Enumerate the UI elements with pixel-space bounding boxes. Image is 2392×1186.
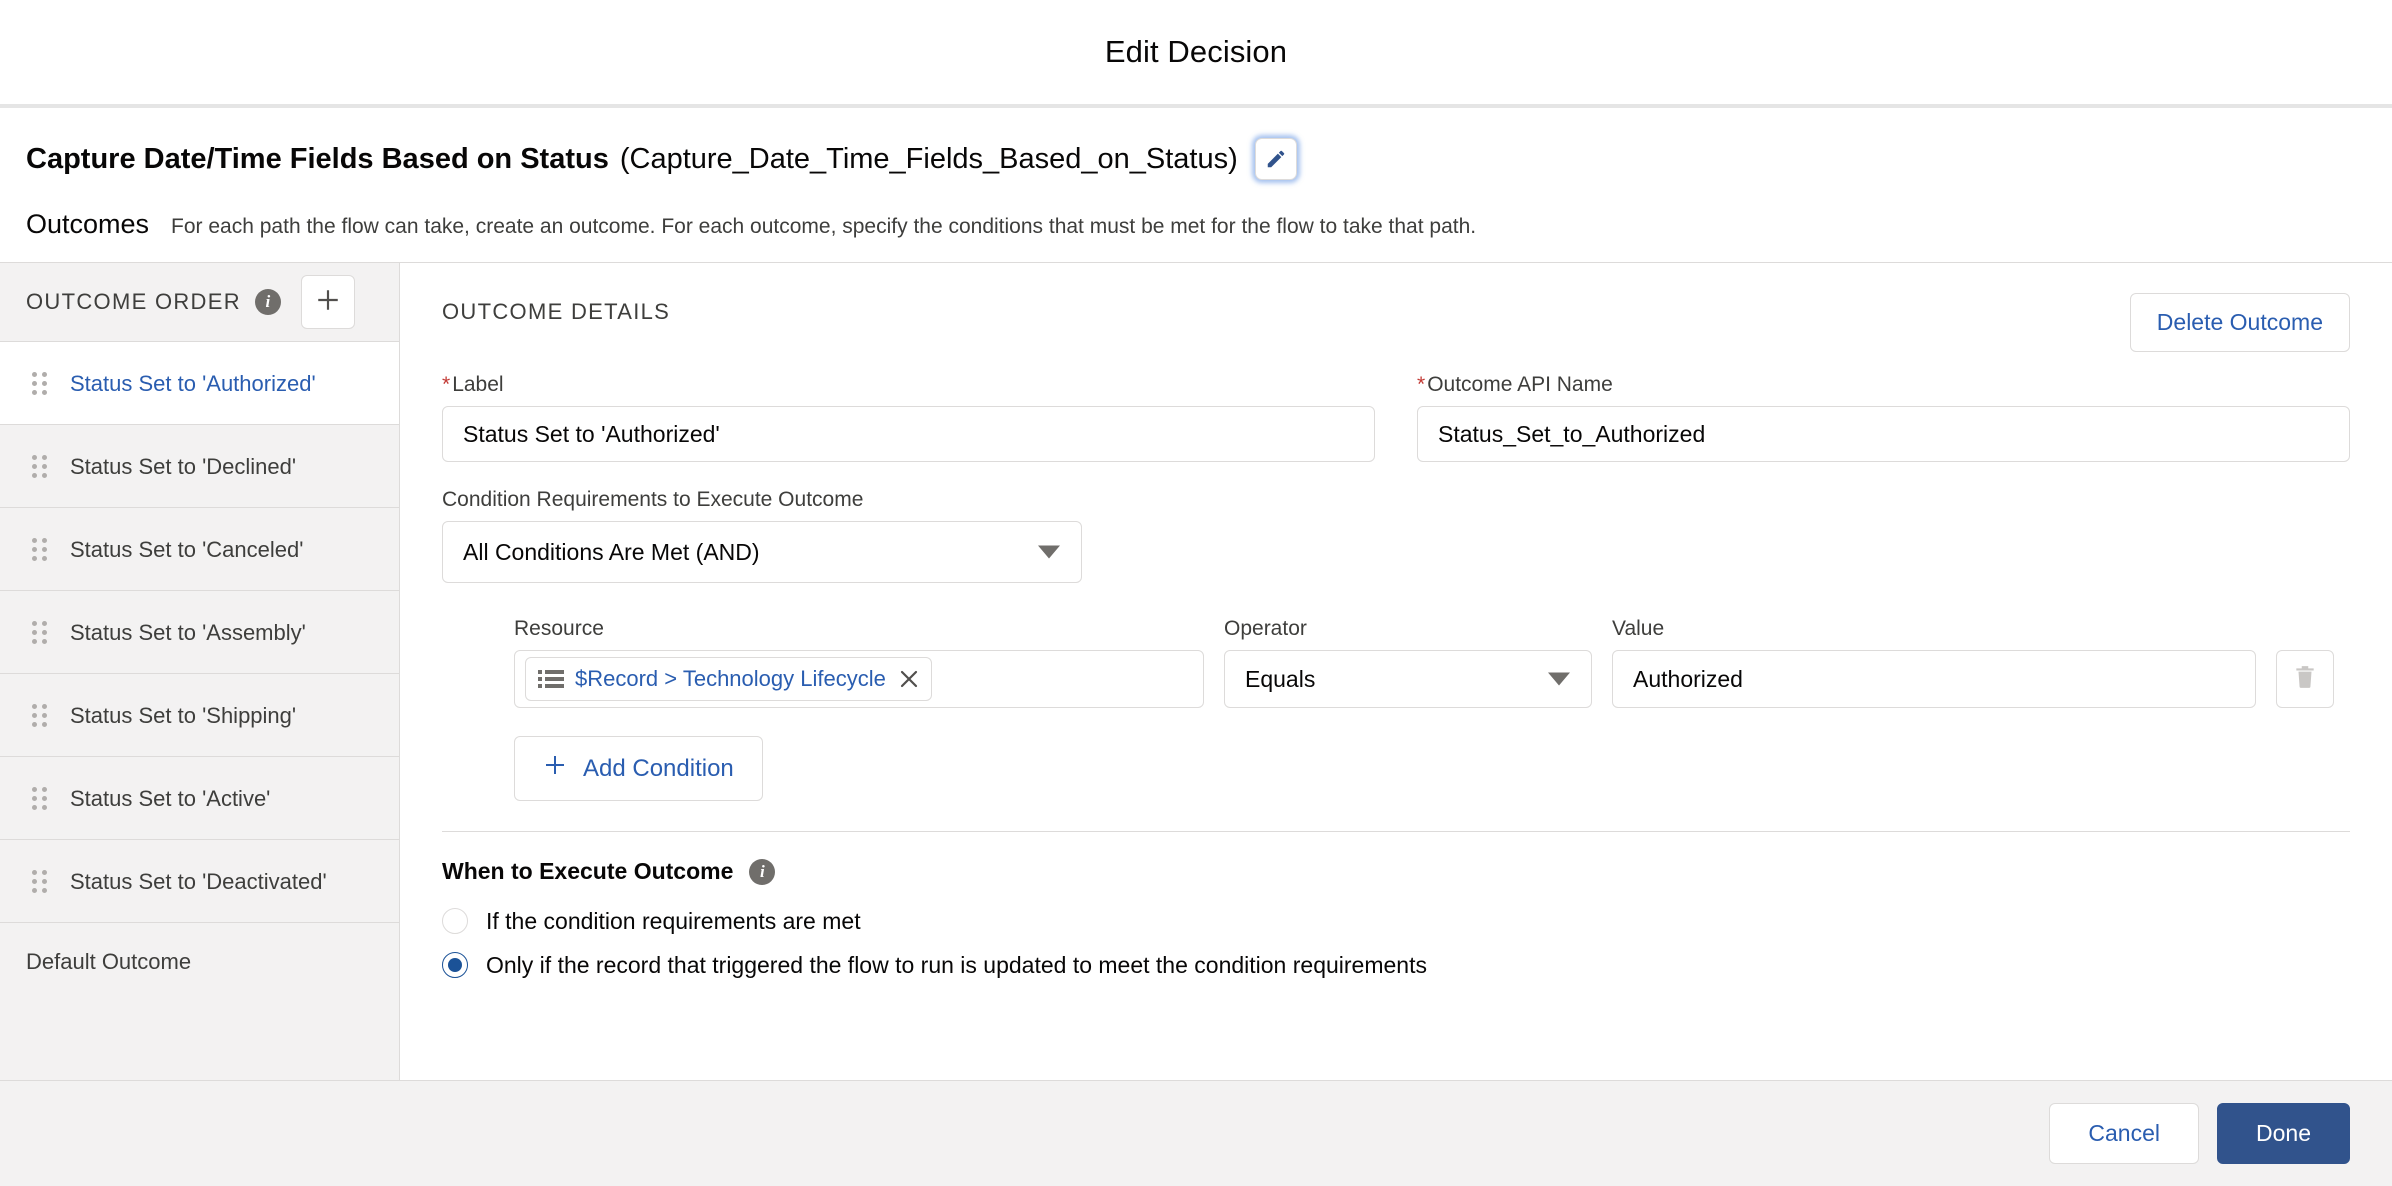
resource-pill-label: $Record > Technology Lifecycle xyxy=(575,666,886,692)
api-name-field-text: Outcome API Name xyxy=(1427,373,1613,397)
outcome-list-item-deactivated[interactable]: Status Set to 'Deactivated' xyxy=(0,839,399,922)
default-outcome-item[interactable]: Default Outcome xyxy=(0,922,399,1001)
modal-title: Edit Decision xyxy=(1104,34,1288,69)
drag-handle-icon[interactable] xyxy=(32,537,48,561)
when-to-execute-header: When to Execute Outcome i xyxy=(442,858,2350,885)
when-to-execute-title: When to Execute Outcome xyxy=(442,858,734,885)
modal-body: OUTCOME ORDER i Status Set to 'Authorize… xyxy=(0,262,2392,1080)
add-outcome-button[interactable] xyxy=(300,275,355,330)
drag-handle-icon[interactable] xyxy=(32,371,48,395)
outcome-item-label: Status Set to 'Assembly' xyxy=(70,619,306,645)
api-name-field-group: *Outcome API Name xyxy=(1417,373,2350,463)
value-field-group: Value xyxy=(1612,617,2256,709)
modal-header: Edit Decision xyxy=(0,0,2392,108)
resource-combobox[interactable]: $Record > Technology Lifecycle xyxy=(514,650,1204,709)
outcomes-description: For each path the flow can take, create … xyxy=(171,215,1477,238)
required-marker: * xyxy=(442,373,451,397)
sidebar-header-title: OUTCOME ORDER xyxy=(26,289,241,315)
info-icon[interactable]: i xyxy=(749,858,776,885)
outcome-list-item-assembly[interactable]: Status Set to 'Assembly' xyxy=(0,590,399,673)
condition-requirements-group: Condition Requirements to Execute Outcom… xyxy=(442,488,2350,584)
value-column-header: Value xyxy=(1612,617,1665,641)
outcome-list-item-shipping[interactable]: Status Set to 'Shipping' xyxy=(0,673,399,756)
add-condition-label: Add Condition xyxy=(583,754,734,782)
label-field-text: Label xyxy=(452,373,504,397)
drag-handle-icon[interactable] xyxy=(32,786,48,810)
outcome-list-item-authorized[interactable]: Status Set to 'Authorized' xyxy=(0,341,399,425)
resource-field-group: Resource $Record > Technology Lifecycle xyxy=(514,617,1204,709)
details-heading: OUTCOME DETAILS xyxy=(442,299,671,325)
radio-option-only-if-updated[interactable]: Only if the record that triggered the fl… xyxy=(442,943,2350,987)
list-icon xyxy=(538,668,564,690)
operator-column-header: Operator xyxy=(1224,617,1307,641)
outcome-list-item-active[interactable]: Status Set to 'Active' xyxy=(0,756,399,839)
cancel-button[interactable]: Cancel xyxy=(2049,1103,2200,1164)
details-topbar: OUTCOME DETAILS Delete Outcome xyxy=(442,293,2350,359)
outcome-name-fields: *Label *Outcome API Name xyxy=(442,373,2350,463)
element-title-row: Capture Date/Time Fields Based on Status… xyxy=(26,134,2366,184)
condition-row: Resource $Record > Technology Lifecycle … xyxy=(514,617,2350,709)
condition-requirements-label: Condition Requirements to Execute Outcom… xyxy=(442,488,864,512)
delete-condition-group xyxy=(2276,650,2350,709)
resource-column-header: Resource xyxy=(514,617,604,641)
drag-handle-icon[interactable] xyxy=(32,620,48,644)
label-field-group: *Label xyxy=(442,373,1375,463)
when-to-execute-radio-group: If the condition requirements are met On… xyxy=(442,899,2350,987)
plus-icon xyxy=(543,753,567,784)
trash-icon xyxy=(2292,664,2318,695)
operator-combobox-wrap: Equals xyxy=(1224,650,1592,709)
condition-block: Resource $Record > Technology Lifecycle … xyxy=(442,617,2350,802)
condition-requirements-combobox-wrap: All Conditions Are Met (AND) xyxy=(442,521,1082,584)
label-field-label: *Label xyxy=(442,373,1375,397)
outcome-list-item-declined[interactable]: Status Set to 'Declined' xyxy=(0,424,399,507)
add-condition-button[interactable]: Add Condition xyxy=(514,736,763,802)
delete-condition-button[interactable] xyxy=(2276,650,2334,709)
radio-button[interactable] xyxy=(442,908,468,935)
operator-field-group: Operator Equals xyxy=(1224,617,1592,709)
element-api-name: (Capture_Date_Time_Fields_Based_on_Statu… xyxy=(619,142,1238,175)
outcome-list: Status Set to 'Authorized' Status Set to… xyxy=(0,341,399,922)
label-input[interactable] xyxy=(442,406,1375,463)
modal-footer: Cancel Done xyxy=(0,1080,2392,1186)
drag-handle-icon[interactable] xyxy=(32,869,48,893)
element-header: Capture Date/Time Fields Based on Status… xyxy=(0,108,2392,262)
radio-button[interactable] xyxy=(442,952,468,979)
radio-option-label: Only if the record that triggered the fl… xyxy=(486,951,1427,978)
done-button[interactable]: Done xyxy=(2217,1103,2350,1164)
close-icon[interactable] xyxy=(897,667,921,691)
outcomes-intro: Outcomes For each path the flow can take… xyxy=(26,209,2366,262)
pencil-icon xyxy=(1265,148,1287,170)
sidebar-header: OUTCOME ORDER i xyxy=(0,263,399,341)
outcome-item-label: Status Set to 'Authorized' xyxy=(70,370,316,396)
drag-handle-icon[interactable] xyxy=(32,454,48,478)
outcome-item-label: Status Set to 'Active' xyxy=(70,785,271,811)
radio-option-label: If the condition requirements are met xyxy=(486,907,861,934)
resource-pill[interactable]: $Record > Technology Lifecycle xyxy=(525,657,932,702)
outcomes-heading: Outcomes xyxy=(26,209,150,239)
section-divider xyxy=(442,831,2350,833)
condition-value-input[interactable] xyxy=(1612,650,2256,709)
api-name-field-label: *Outcome API Name xyxy=(1417,373,2350,397)
outcome-details-pane: OUTCOME DETAILS Delete Outcome *Label *O… xyxy=(400,263,2392,1080)
outcome-order-sidebar: OUTCOME ORDER i Status Set to 'Authorize… xyxy=(0,263,400,1080)
operator-select[interactable]: Equals xyxy=(1224,650,1592,709)
drag-handle-icon[interactable] xyxy=(32,703,48,727)
edit-label-button[interactable] xyxy=(1254,138,1297,180)
outcome-list-item-canceled[interactable]: Status Set to 'Canceled' xyxy=(0,507,399,590)
condition-requirements-select[interactable]: All Conditions Are Met (AND) xyxy=(442,521,1082,584)
outcome-item-label: Status Set to 'Shipping' xyxy=(70,702,297,728)
outcome-item-label: Status Set to 'Deactivated' xyxy=(70,868,327,894)
info-icon[interactable]: i xyxy=(254,289,281,316)
element-label: Capture Date/Time Fields Based on Status xyxy=(26,142,609,175)
delete-outcome-button[interactable]: Delete Outcome xyxy=(2129,293,2350,353)
outcome-item-label: Status Set to 'Canceled' xyxy=(70,536,304,562)
outcome-item-label: Status Set to 'Declined' xyxy=(70,453,297,479)
radio-option-if-conditions-met[interactable]: If the condition requirements are met xyxy=(442,899,2350,943)
edit-decision-modal: Edit Decision Capture Date/Time Fields B… xyxy=(0,0,2392,1186)
required-marker: * xyxy=(1417,373,1426,397)
plus-icon xyxy=(315,287,341,318)
outcome-api-name-input[interactable] xyxy=(1417,406,2350,463)
